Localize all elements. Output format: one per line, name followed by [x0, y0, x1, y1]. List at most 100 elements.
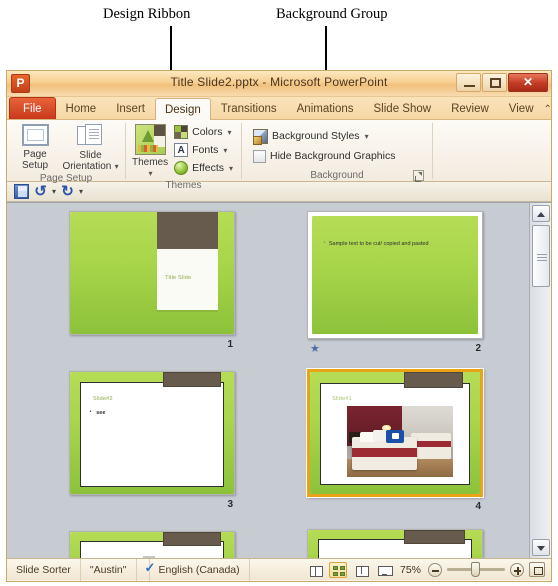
zoom-level-label[interactable]: 75%	[398, 564, 423, 576]
undo-dropdown-chevron-down-icon[interactable]: ▾	[52, 187, 56, 196]
theme-effects-label: Effects	[192, 162, 225, 174]
close-icon: ✕	[522, 75, 534, 89]
zoom-slider-thumb[interactable]	[471, 562, 480, 577]
scroll-up-button[interactable]	[532, 205, 550, 222]
ribbon-tab-strip: File Home Insert Design Transitions Anim…	[7, 97, 551, 120]
status-theme-name[interactable]: "Austin"	[81, 558, 137, 581]
close-button[interactable]: ✕	[508, 73, 548, 92]
tab-view[interactable]: View	[499, 98, 544, 119]
tab-slide-show[interactable]: Slide Show	[364, 98, 442, 119]
theme-colors-button[interactable]: Colors ▾	[173, 124, 236, 140]
slide-thumbnail-1[interactable]: Title Slide 1	[69, 211, 235, 350]
theme-fonts-button[interactable]: A Fonts ▾	[173, 142, 236, 158]
transition-star-icon[interactable]: ★	[310, 343, 322, 355]
page-setup-label-line2: Setup	[21, 160, 49, 171]
chevron-down-icon: ▾	[148, 169, 153, 178]
spell-check-button[interactable]	[137, 558, 150, 581]
tab-design[interactable]: Design	[154, 98, 211, 120]
slide-number: 1	[227, 339, 233, 350]
slide-sorter-pane: Title Slide 1 Sample text to be cut/ cop…	[7, 202, 551, 558]
slide-orientation-icon	[77, 124, 104, 147]
slide-thumbnail-2[interactable]: Sample text to be cut/ copied and pasted…	[307, 211, 483, 355]
normal-view-button[interactable]	[306, 562, 324, 578]
slide-sorter-view-button[interactable]	[328, 561, 347, 578]
tab-home[interactable]: Home	[56, 98, 107, 119]
save-floppy-icon[interactable]	[14, 184, 29, 199]
tab-review[interactable]: Review	[441, 98, 499, 119]
hide-background-graphics-checkbox[interactable]: Hide Background Graphics	[252, 148, 398, 164]
zoom-slider-track[interactable]	[447, 562, 505, 577]
slide-orientation-label-line2: Orientation ▾	[62, 161, 119, 172]
slide-body-text: see	[96, 409, 106, 416]
tab-animations[interactable]: Animations	[287, 98, 364, 119]
redo-arrow-icon[interactable]: ↻	[60, 184, 75, 199]
slides-container: Title Slide 1 Sample text to be cut/ cop…	[7, 203, 529, 558]
minimize-button[interactable]	[456, 73, 481, 92]
slide-surface: Sample text to be cut/ copied and pasted…	[307, 211, 483, 339]
theme-fonts-label: Fonts	[192, 144, 219, 156]
themes-gallery-button[interactable]: Themes ▾	[132, 122, 168, 179]
ribbon-group-label-background: Background	[248, 169, 426, 182]
theme-effects-button[interactable]: Effects ▾	[173, 160, 236, 176]
slide-show-view-button[interactable]	[375, 562, 393, 578]
theme-fonts-icon: A	[174, 143, 189, 157]
slide-orientation-button[interactable]: Slide Orientation ▾	[62, 122, 119, 172]
slide-brown-block	[163, 372, 221, 387]
slide-bullet-icon: •	[89, 408, 92, 415]
slide-thumbnail-5-partial[interactable]	[69, 531, 235, 558]
scroll-down-button[interactable]	[532, 539, 550, 556]
tab-transitions[interactable]: Transitions	[211, 98, 287, 119]
slide-background	[312, 216, 478, 334]
tab-file[interactable]: File	[9, 97, 56, 119]
dialog-box-launcher-icon[interactable]	[413, 170, 424, 182]
themes-gallery-icon	[134, 124, 166, 155]
slide-brown-block	[403, 530, 465, 544]
customize-quick-access-toolbar-chevron-down-icon[interactable]: ▾	[79, 187, 83, 196]
hotel-room-photo	[347, 406, 453, 477]
scroll-down-arrow-icon	[537, 545, 545, 551]
design-ribbon: Page Setup Slide Orientation ▾ Page Setu…	[7, 120, 551, 191]
slide-bullet-icon: •	[323, 239, 326, 246]
ribbon-empty-area	[433, 120, 551, 182]
window-controls: ✕	[456, 73, 548, 92]
scrollbar-thumb[interactable]	[532, 225, 550, 287]
background-styles-label: Background Styles	[272, 130, 360, 142]
slide-orientation-label-line1: Slide	[79, 150, 102, 161]
undo-arrow-icon[interactable]: ↺	[33, 184, 48, 199]
status-language[interactable]: English (Canada)	[150, 558, 250, 581]
background-styles-icon	[253, 128, 268, 145]
minimize-ribbon-icon[interactable]: ⌃	[544, 104, 552, 115]
theme-colors-label: Colors	[192, 126, 223, 138]
vertical-scrollbar[interactable]	[529, 203, 551, 558]
chevron-down-icon: ▾	[223, 145, 228, 155]
slide-brown-block	[156, 212, 218, 249]
reading-view-button[interactable]	[352, 562, 370, 578]
zoom-out-icon[interactable]	[428, 562, 442, 577]
slide-thumbnail-6-partial[interactable]	[307, 529, 483, 558]
page-setup-button[interactable]: Page Setup	[13, 122, 57, 171]
page-setup-icon	[21, 124, 49, 146]
slide-number: 2	[475, 343, 481, 354]
fit-slide-to-window-icon[interactable]	[529, 562, 545, 577]
ribbon-group-themes: Themes ▾ Colors ▾ A Fonts ▾ Effects ▾ Th…	[126, 120, 241, 191]
hide-background-graphics-label: Hide Background Graphics	[270, 150, 396, 162]
title-bar: P Title Slide2.pptx - Microsoft PowerPoi…	[7, 71, 551, 97]
background-styles-button[interactable]: Background Styles ▾	[252, 128, 372, 145]
themes-label: Themes	[132, 157, 169, 168]
scrollbar-grip-icon	[537, 254, 547, 255]
quick-access-toolbar: ↺ ▾ ↻ ▾	[7, 182, 551, 202]
slide-thumbnail-4[interactable]: Slide#1 4	[307, 369, 483, 512]
slide-thumbnail-3[interactable]: Slide#2 see • 3	[69, 371, 235, 510]
themes-small-buttons: Colors ▾ A Fonts ▾ Effects ▾	[173, 122, 236, 176]
slide-brown-block	[403, 372, 463, 388]
status-view-name: Slide Sorter	[7, 558, 81, 581]
zoom-in-icon[interactable]	[510, 562, 524, 577]
slide-surface	[307, 529, 483, 558]
restore-button[interactable]	[482, 73, 507, 92]
screenshot-root: Design Ribbon Background Group P Title S…	[0, 0, 558, 586]
slide-title-text: Slide#2	[92, 396, 113, 403]
checkbox-icon	[253, 149, 266, 163]
slide-number: 4	[475, 501, 481, 512]
annotation-layer: Design Ribbon Background Group	[0, 0, 558, 177]
tab-insert[interactable]: Insert	[106, 98, 155, 119]
